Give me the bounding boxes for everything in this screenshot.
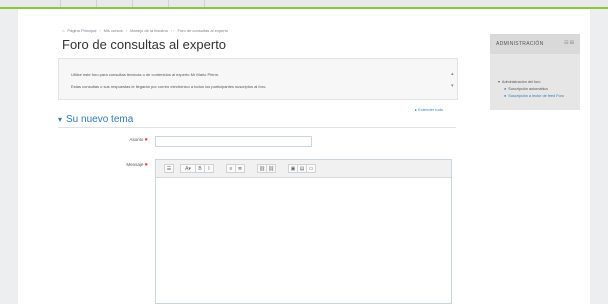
breadcrumb-item[interactable]: Foro de consultas al experto [178,28,228,33]
section-toggle[interactable]: ▾ Su nuevo tema [58,114,133,125]
subject-input[interactable] [155,136,312,147]
intro-line: Utilice este foro para consultas técnica… [71,72,220,77]
breadcrumb: ⌂ Página Principal › Mis cursos › Manejo de l… [62,28,228,33]
navbar-tab[interactable] [168,0,205,7]
admin-tree-item[interactable]: ● Suscripción automática [504,87,548,91]
expand-all-link[interactable]: ▸ Extender todo [415,107,443,112]
navbar-tab[interactable] [204,0,225,7]
message-label: Mensaje● [126,162,148,168]
subject-label: Asunto● [129,137,148,143]
toolbar-toggle-icon[interactable]: ☰ [164,164,174,173]
arrow-up-icon[interactable]: ▴ [451,71,454,77]
required-icon: ● [144,137,148,143]
font-style-icon[interactable]: A▾ [180,164,196,173]
breadcrumb-item[interactable]: Manejo de la insulina [130,28,168,33]
breadcrumb-item[interactable]: Mis cursos [104,28,123,33]
block-header: ADMINISTRACIÓN ⊟ ⊞ [490,34,580,54]
forum-intro: Utilice este foro para consultas técnica… [58,58,458,100]
block-title: ADMINISTRACIÓN [496,41,544,47]
caret-down-icon: ▾ [498,80,500,84]
admin-tree-item[interactable]: ▾ Administración del foro [498,79,541,84]
section-title: Su nuevo tema [66,114,134,125]
editor-toolbar: ☰ A▾ B I ≡ ≣ ⛓ ⛓ ▣ ▤ ▭ [156,160,451,178]
home-icon: ⌂ [62,28,65,33]
required-icon: ● [144,162,148,168]
intro-line: Estas consultas o sus respuestas le lleg… [71,84,267,89]
bullet-icon: ● [504,87,507,91]
message-editor[interactable]: ☰ A▾ B I ≡ ≣ ⛓ ⛓ ▣ ▤ ▭ [155,159,452,304]
unlink-icon[interactable]: ⛓ [266,164,276,173]
navbar-tab[interactable] [60,0,97,7]
administration-block: ADMINISTRACIÓN ⊟ ⊞ ▾ Administración del f… [490,34,580,110]
expand-all-label: Extender todo [418,107,444,112]
arrow-down-icon[interactable]: ▾ [451,83,454,89]
navbar-tab[interactable] [132,0,169,7]
divider [58,127,456,128]
main-content: ⌂ Página Principal › Mis cursos › Manejo de l… [58,9,472,304]
bullet-icon: ● [504,94,507,98]
file-icon[interactable]: ▭ [306,164,316,173]
block-controls-icon[interactable]: ⊟ ⊞ [564,40,574,46]
page-title: Foro de consultas al experto [62,37,227,52]
breadcrumb-item[interactable]: Página Principal [67,28,96,33]
admin-tree-item[interactable]: ● Suscripción a lector de feed Foro [504,94,564,98]
intro-scrollbar[interactable]: ▴ ▾ [449,59,457,99]
page-container: ⌂ Página Principal › Mis cursos › Manejo de l… [18,9,590,304]
navbar-tab[interactable] [96,0,133,7]
ordered-list-icon[interactable]: ≣ [235,164,245,173]
chevron-down-icon: ▾ [58,115,63,124]
italic-icon[interactable]: I [204,164,214,173]
